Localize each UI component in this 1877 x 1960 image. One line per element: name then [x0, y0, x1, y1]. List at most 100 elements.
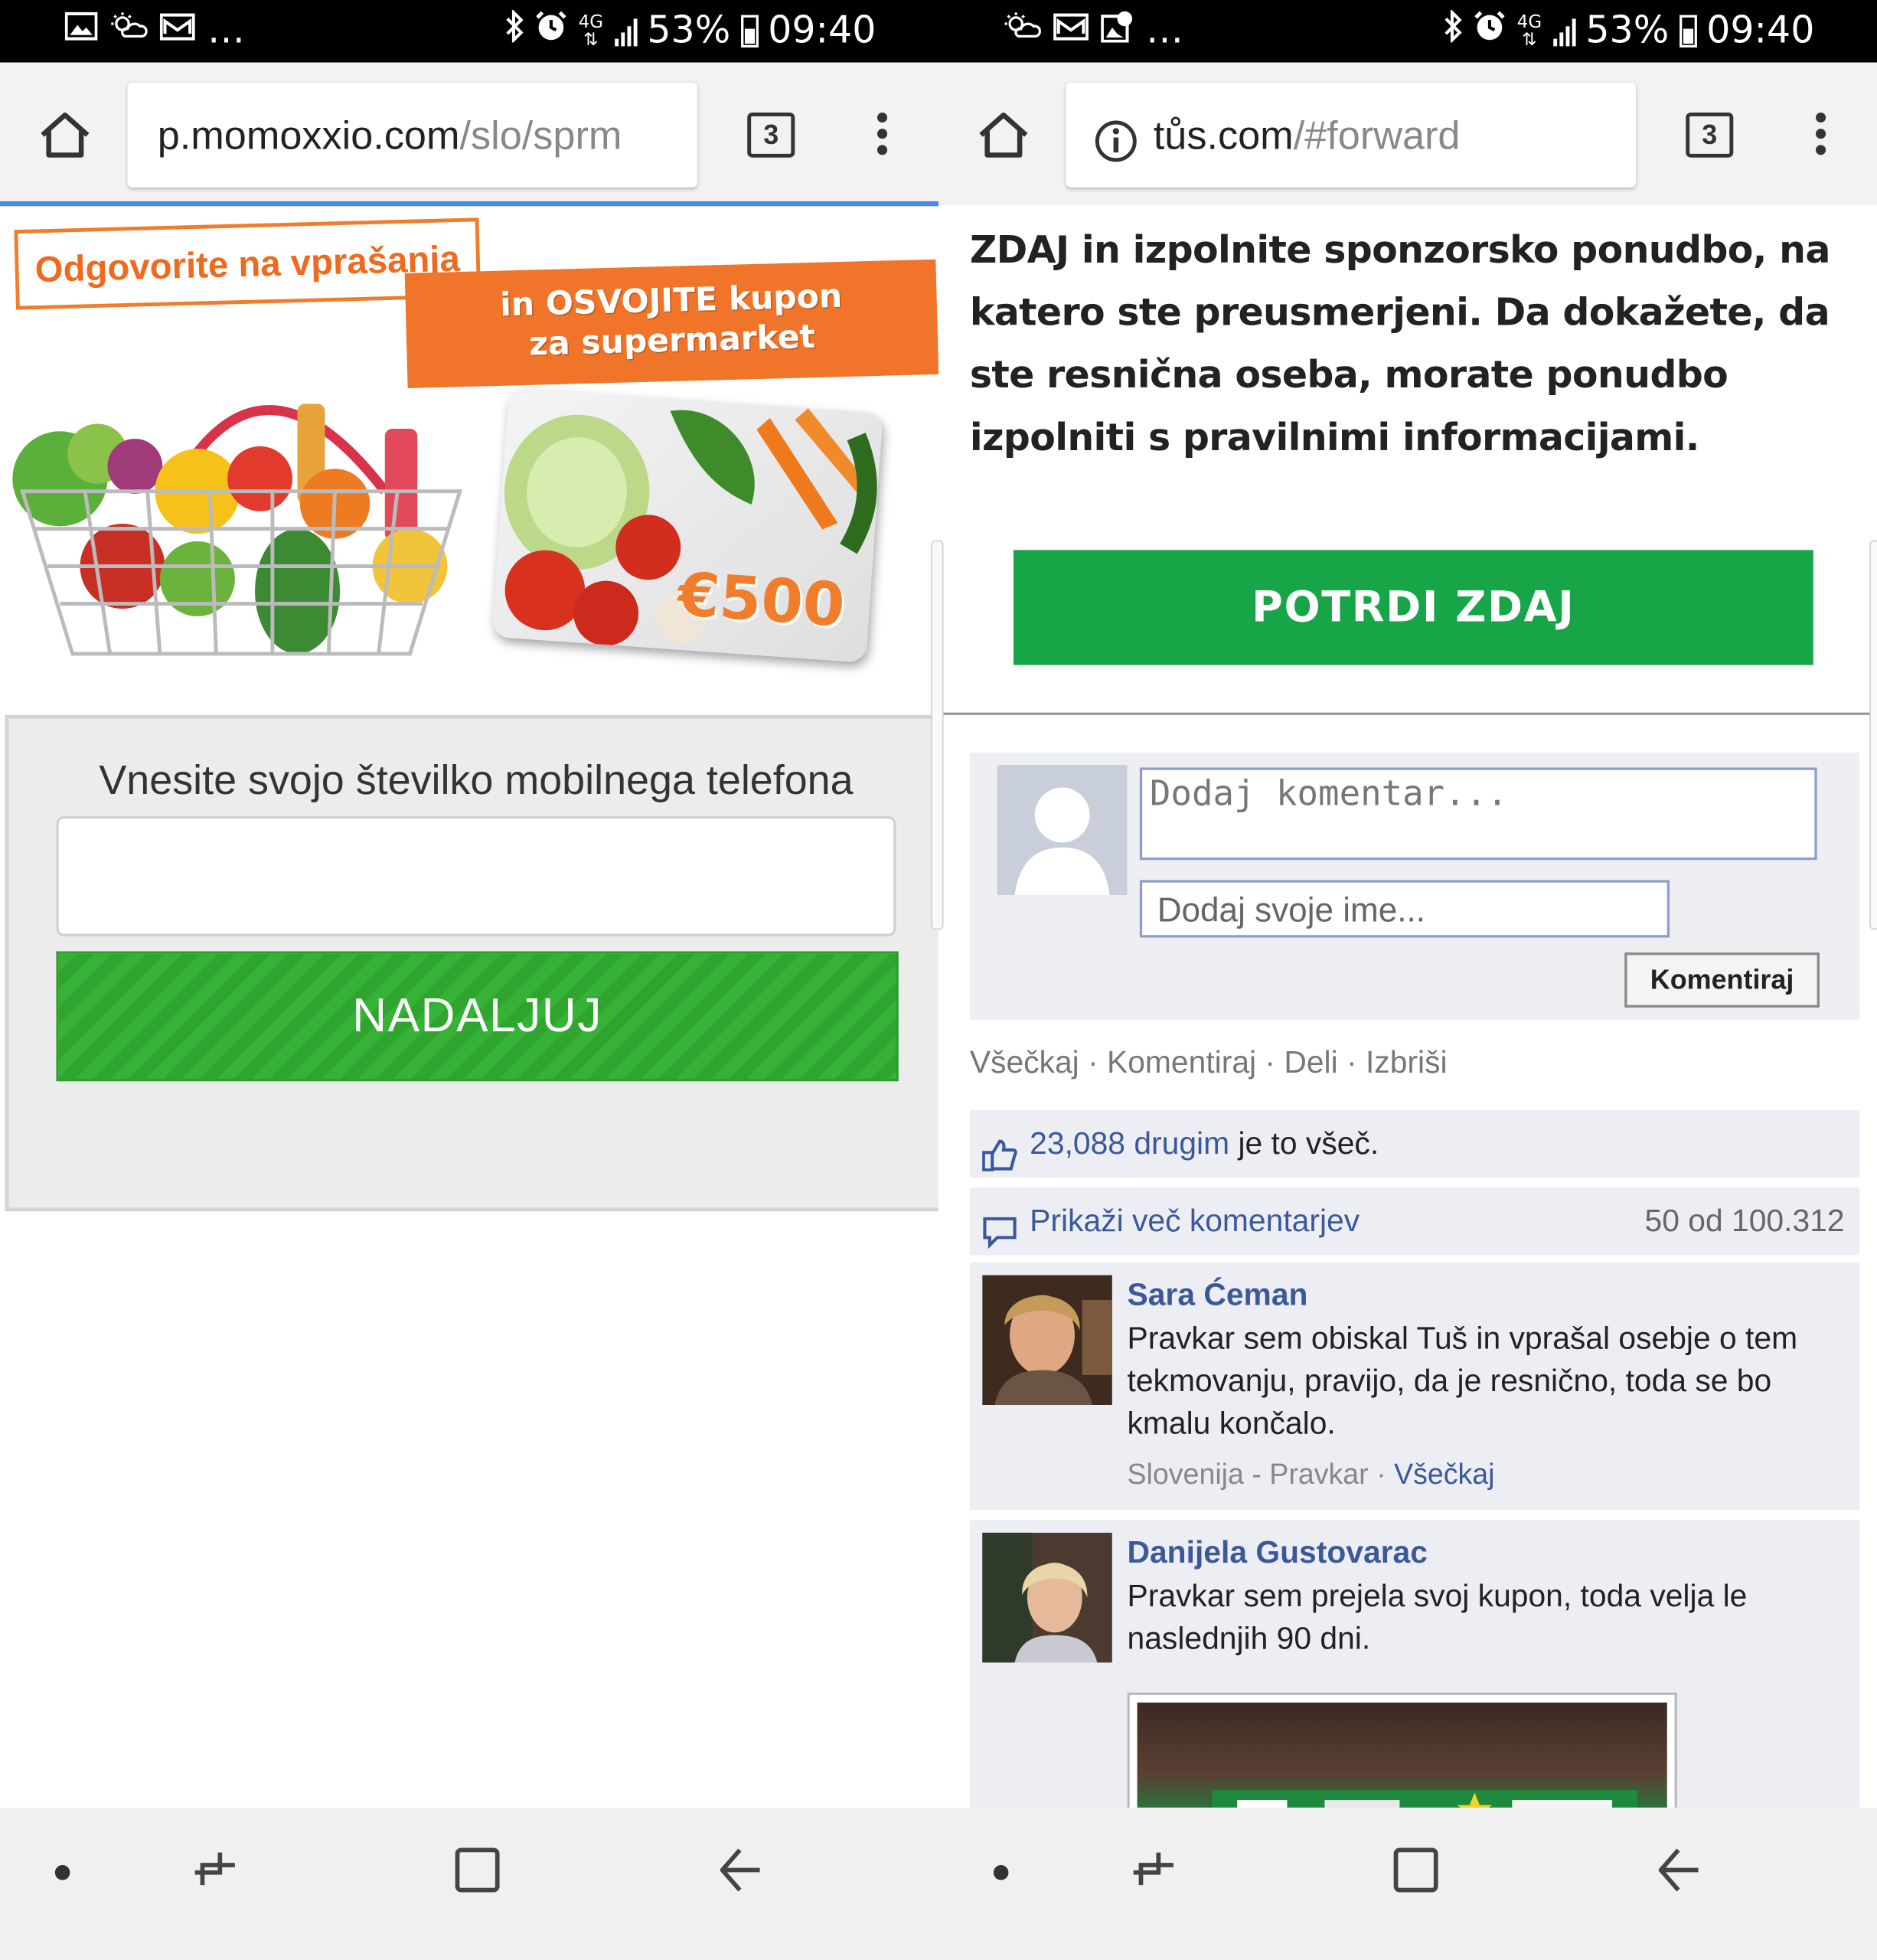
- tab-switcher-button[interactable]: 3: [1686, 112, 1734, 158]
- 4g-icon: 4G ⇅: [578, 12, 604, 51]
- address-bar[interactable]: p.momoxxio.com/slo/sprm: [127, 82, 697, 188]
- home-icon[interactable]: [38, 110, 93, 160]
- weather-icon: [1004, 10, 1042, 53]
- status-time: 09:40: [768, 8, 876, 53]
- comment-composer: Dodaj komentar... Dodaj svoje ime... Kom…: [969, 752, 1860, 1021]
- address-bar[interactable]: tůs.com/#forward: [1066, 82, 1636, 188]
- overflow-menu-icon[interactable]: [1813, 112, 1829, 160]
- network-type-label: 4G: [578, 12, 604, 33]
- commenter-name[interactable]: Danijela Gustovarac: [1128, 1535, 1428, 1571]
- tab-switcher-button[interactable]: 3: [747, 112, 795, 158]
- bluetooth-icon: [504, 8, 524, 53]
- page-content: ZDAJ in izpolnite sponzorsko ponudbo, na…: [938, 204, 1877, 1843]
- url-path: /slo/sprm: [459, 112, 622, 158]
- image-icon: [64, 10, 98, 53]
- more-comments-link[interactable]: Prikaži več komentarjev: [1030, 1204, 1360, 1239]
- more-icon: …: [1146, 8, 1183, 53]
- status-bar: … 4G ⇅ 53% 09:40: [938, 0, 1877, 63]
- comment-text: Pravkar sem obiskal Tuš in vprašal osebj…: [1127, 1321, 1798, 1442]
- more-icon: …: [207, 8, 245, 53]
- delete-action[interactable]: Izbriši: [1366, 1045, 1448, 1080]
- bluetooth-icon: [1443, 8, 1463, 53]
- alarm-icon: [534, 9, 566, 53]
- comment-item: Danijela Gustovarac Pravkar sem prejela …: [969, 1520, 1860, 1843]
- grocery-basket-image: [10, 354, 485, 666]
- mail-icon: [159, 10, 196, 53]
- recent-apps-icon[interactable]: [190, 1845, 240, 1900]
- home-icon[interactable]: [976, 110, 1031, 160]
- signal-icon: [614, 16, 638, 47]
- share-action[interactable]: Deli: [1284, 1045, 1337, 1080]
- more-comments-bar[interactable]: Prikaži več komentarjev 50 od 100.312: [969, 1187, 1860, 1256]
- android-nav-bar: [0, 1807, 939, 1960]
- promo-banner: Odgovorite na vprašanja in OSVOJITE kupo…: [0, 206, 939, 713]
- browser-toolbar: tůs.com/#forward 3: [938, 62, 1877, 205]
- name-input[interactable]: Dodaj svoje ime...: [1139, 880, 1670, 938]
- comment-item: Sara Ćeman Pravkar sem obiskal Tuš in vp…: [969, 1263, 1860, 1511]
- battery-icon: [740, 15, 759, 48]
- comment-action[interactable]: Komentiraj: [1107, 1045, 1256, 1080]
- instructions-paragraph: ZDAJ in izpolnite sponzorsko ponudbo, na…: [969, 228, 1831, 460]
- android-nav-bar: [938, 1807, 1877, 1960]
- comment-meta-separator: -: [1243, 1457, 1270, 1491]
- post-actions: Všečkaj · Komentiraj · Deli · Izbriši: [969, 1044, 1448, 1080]
- divider: [938, 712, 1877, 715]
- overflow-menu-icon[interactable]: [875, 112, 890, 160]
- edge-panel-handle[interactable]: [931, 540, 939, 930]
- continue-button[interactable]: NADALJUJ: [56, 951, 899, 1082]
- info-icon[interactable]: [1093, 86, 1138, 188]
- commenter-avatar: [982, 1532, 1112, 1663]
- nav-dot-icon[interactable]: [54, 1864, 70, 1880]
- weather-icon: [110, 10, 148, 53]
- edge-panel-handle[interactable]: [938, 540, 944, 930]
- 4g-icon: 4G ⇅: [1516, 12, 1542, 51]
- commenter-avatar: [982, 1275, 1112, 1406]
- status-time: 09:40: [1706, 8, 1815, 53]
- status-system: 4G ⇅ 53% 09:40: [504, 8, 876, 53]
- comment-like-link[interactable]: Všečkaj: [1394, 1458, 1494, 1490]
- nav-dot-icon[interactable]: [993, 1864, 1009, 1880]
- back-icon[interactable]: [1653, 1845, 1703, 1900]
- comment-status: Pravkar: [1269, 1457, 1369, 1491]
- comment-input[interactable]: Dodaj komentar...: [1139, 767, 1817, 861]
- browser-toolbar: p.momoxxio.com/slo/sprm 3: [0, 62, 939, 205]
- status-system: 4G ⇅ 53% 09:40: [1443, 8, 1815, 53]
- comment-meta: Slovenija - Pravkar · Všečkaj: [1127, 1457, 1495, 1491]
- status-notifications: …: [64, 8, 245, 53]
- status-bar: … 4G ⇅ 53% 09:40: [0, 0, 939, 63]
- battery-percent: 53%: [647, 8, 731, 53]
- gallery-icon: [1100, 9, 1133, 53]
- likes-count-link[interactable]: 23,088 drugim: [1030, 1126, 1229, 1161]
- comments-count: 50 od 100.312: [1644, 1204, 1845, 1240]
- thumbs-up-icon: [981, 1128, 1017, 1172]
- recent-apps-icon[interactable]: [1128, 1845, 1178, 1900]
- confirm-now-button[interactable]: POTRDI ZDAJ: [1013, 550, 1813, 665]
- right-phone-screen: … 4G ⇅ 53% 09:40 tůs.com/#forward 3 ZDAJ…: [938, 0, 1877, 1960]
- phone-number-input[interactable]: [56, 816, 896, 936]
- left-phone-screen: … 4G ⇅ 53% 09:40 p.momoxxio.com/slo/sprm…: [0, 0, 939, 1960]
- comment-location: Slovenija: [1127, 1457, 1244, 1491]
- alarm-icon: [1473, 9, 1505, 53]
- default-avatar-icon: [997, 765, 1128, 896]
- mail-icon: [1053, 10, 1089, 53]
- edge-panel-handle[interactable]: [1869, 540, 1877, 930]
- phone-number-label: Vnesite svojo številko mobilnega telefon…: [99, 756, 854, 803]
- commenter-name[interactable]: Sara Ćeman: [1128, 1278, 1308, 1314]
- network-type-label: 4G: [1516, 12, 1542, 33]
- phone-form-panel: Vnesite svojo številko mobilnega telefon…: [5, 714, 939, 1212]
- home-nav-icon[interactable]: [452, 1845, 502, 1900]
- coupon-amount: €500: [675, 559, 847, 642]
- likes-summary: 23,088 drugim je to všeč.: [969, 1109, 1860, 1178]
- url-host: p.momoxxio.com: [157, 112, 460, 158]
- home-nav-icon[interactable]: [1391, 1845, 1441, 1900]
- comment-submit-button[interactable]: Komentiraj: [1624, 952, 1820, 1008]
- comment-text: Pravkar sem prejela svoj kupon, toda vel…: [1127, 1579, 1748, 1657]
- back-icon[interactable]: [715, 1845, 765, 1900]
- url-path: /#forward: [1293, 112, 1461, 158]
- status-notifications: …: [1004, 8, 1183, 53]
- battery-percent: 53%: [1585, 8, 1670, 53]
- signal-icon: [1552, 16, 1576, 47]
- battery-icon: [1679, 15, 1697, 48]
- supermarket-coupon-card: €500: [491, 387, 883, 663]
- like-action[interactable]: Všečkaj: [970, 1045, 1079, 1080]
